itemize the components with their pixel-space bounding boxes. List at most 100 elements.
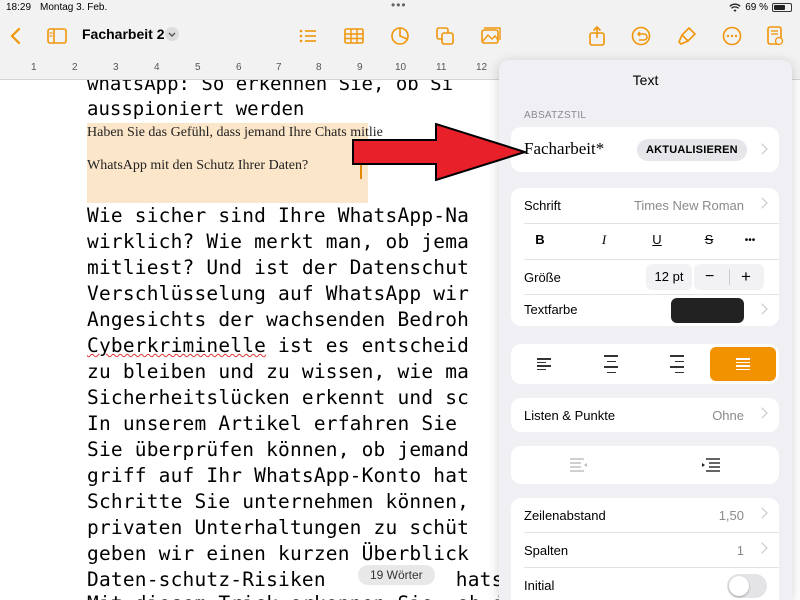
chevron-right-icon bbox=[756, 407, 768, 419]
body-line-rest: ist es entscheid bbox=[266, 334, 470, 357]
stepper-divider bbox=[729, 269, 730, 285]
body-line: Schritte Sie unternehmen können, bbox=[87, 490, 470, 513]
body-line-end: hatsAp bbox=[455, 568, 500, 591]
body-line: Angesichts der wachsenden Bedroh bbox=[87, 308, 470, 331]
increase-indent-icon[interactable] bbox=[701, 457, 721, 473]
body-line: privaten Unterhaltungen zu schüt bbox=[87, 516, 470, 539]
body-line-start: Daten-schutz-Risiken bbox=[87, 568, 338, 591]
ruler-tick: 10 bbox=[395, 62, 407, 73]
strikethrough-button[interactable]: S bbox=[697, 232, 721, 252]
columns-label: Spalten bbox=[524, 543, 569, 558]
panel-title: Text bbox=[632, 72, 659, 88]
shapes-icon[interactable] bbox=[433, 24, 457, 48]
body-line: Mit diesem Trick erkennen Sie, ob jemand bbox=[87, 592, 500, 600]
text-color-row[interactable]: Textfarbe bbox=[511, 292, 779, 326]
title-chevron-down-icon[interactable] bbox=[165, 27, 179, 41]
indent-card bbox=[511, 446, 779, 484]
misspelled-word[interactable]: Cyberkriminelle bbox=[87, 334, 266, 357]
line-spacing-value: 1,50 bbox=[718, 508, 744, 523]
text-style-row: B I U S ••• bbox=[511, 224, 779, 258]
toolbar: Facharbeit 2 bbox=[0, 16, 800, 56]
status-bar: 18:29 Montag 3. Feb. ••• 69 % bbox=[0, 0, 800, 16]
document-setup-icon[interactable] bbox=[763, 24, 787, 48]
justify-icon bbox=[736, 356, 750, 372]
multitasking-dots[interactable]: ••• bbox=[391, 0, 407, 12]
heading-line: ausspioniert werden bbox=[87, 98, 305, 120]
wifi-icon bbox=[729, 3, 741, 12]
align-right-button[interactable] bbox=[644, 347, 710, 381]
columns-value: 1 bbox=[736, 543, 744, 558]
document-title[interactable]: Facharbeit 2 bbox=[82, 26, 164, 42]
share-icon[interactable] bbox=[585, 24, 609, 48]
body-line: Daten-schutz-Risiken hatsAp bbox=[87, 568, 500, 591]
chevron-right-icon bbox=[756, 197, 768, 209]
format-brush-icon[interactable] bbox=[675, 24, 699, 48]
battery-icon bbox=[772, 3, 792, 12]
body-line: wirklich? Wie merkt man, ob jema bbox=[87, 230, 470, 253]
line-spacing-label: Zeilenabstand bbox=[524, 508, 606, 523]
ruler-tick: 11 bbox=[436, 62, 447, 73]
toggle-knob bbox=[729, 576, 749, 596]
ruler-tick: 8 bbox=[316, 62, 322, 73]
ruler-tick: 5 bbox=[195, 62, 201, 73]
word-count-pill[interactable]: 19 Wörter bbox=[358, 565, 435, 585]
update-style-button[interactable]: AKTUALISIEREN bbox=[637, 139, 747, 161]
size-row: Größe 12 pt − + bbox=[511, 260, 779, 294]
body-line: In unserem Artikel erfahren Sie bbox=[87, 412, 458, 435]
align-left-button[interactable] bbox=[511, 347, 577, 381]
justify-button[interactable] bbox=[710, 347, 776, 381]
chart-icon[interactable] bbox=[388, 24, 412, 48]
decrease-size-button[interactable]: − bbox=[705, 268, 714, 286]
back-chevron-icon[interactable] bbox=[4, 24, 28, 48]
ruler-tick: 9 bbox=[357, 62, 363, 73]
lists-label: Listen & Punkte bbox=[524, 408, 616, 423]
paragraph-style-name: Facharbeit* bbox=[524, 139, 605, 158]
columns-row[interactable]: Spalten 1 bbox=[511, 533, 779, 567]
text-color-swatch[interactable] bbox=[671, 298, 744, 323]
font-value: Times New Roman bbox=[633, 198, 744, 213]
ruler-tick: 3 bbox=[113, 62, 119, 73]
chevron-right-icon bbox=[756, 542, 768, 554]
font-label: Schrift bbox=[524, 198, 561, 213]
font-size-stepper: − + bbox=[694, 264, 764, 290]
font-size-value[interactable]: 12 pt bbox=[646, 264, 692, 290]
bold-button[interactable]: B bbox=[528, 232, 552, 252]
paragraph-style-row[interactable]: Facharbeit* AKTUALISIEREN bbox=[511, 127, 779, 172]
status-time: 18:29 bbox=[6, 2, 32, 13]
more-text-options-button[interactable]: ••• bbox=[738, 235, 762, 255]
alignment-card bbox=[511, 344, 779, 384]
initial-row: Initial bbox=[511, 568, 779, 600]
undo-icon[interactable] bbox=[629, 24, 653, 48]
line-spacing-row[interactable]: Zeilenabstand 1,50 bbox=[511, 498, 779, 532]
increase-size-button[interactable]: + bbox=[741, 267, 751, 287]
ruler-tick: 2 bbox=[72, 62, 78, 73]
chevron-right-icon bbox=[756, 507, 768, 519]
ruler-tick: 6 bbox=[236, 62, 242, 73]
text-color-label: Textfarbe bbox=[524, 302, 578, 317]
body-line: mitliest? Und ist der Datenschut bbox=[87, 256, 470, 279]
underline-button[interactable]: U bbox=[645, 232, 669, 252]
initial-toggle[interactable] bbox=[727, 574, 767, 598]
font-card: Schrift Times New Roman B I U S ••• Größ… bbox=[511, 188, 779, 326]
paragraph-style-section-label: ABSATZSTIL bbox=[524, 110, 587, 121]
ruler-tick: 1 bbox=[31, 62, 37, 73]
ruler-tick: 7 bbox=[276, 62, 282, 73]
chevron-right-icon bbox=[756, 143, 768, 155]
list-icon[interactable] bbox=[296, 24, 320, 48]
battery-percent: 69 % bbox=[745, 2, 768, 13]
more-icon[interactable] bbox=[720, 24, 744, 48]
italic-button[interactable]: I bbox=[592, 232, 616, 252]
font-row[interactable]: Schrift Times New Roman bbox=[511, 188, 779, 222]
media-icon[interactable] bbox=[479, 24, 503, 48]
lists-row[interactable]: Listen & Punkte Ohne bbox=[511, 398, 779, 432]
heading-line: whatsApp: So erkennen Sie, ob Si bbox=[87, 80, 454, 95]
status-date: Montag 3. Feb. bbox=[40, 2, 108, 13]
battery-fill bbox=[774, 5, 786, 10]
align-center-button[interactable] bbox=[578, 347, 644, 381]
table-icon[interactable] bbox=[342, 24, 366, 48]
decrease-indent-icon[interactable] bbox=[569, 457, 589, 473]
body-line: Sicherheitslücken erkennt und sc bbox=[87, 386, 470, 409]
body-line: Sie überprüfen können, ob jemand bbox=[87, 438, 470, 461]
sidebar-icon[interactable] bbox=[45, 24, 69, 48]
selected-text-line: WhatsApp mit den Schutz Ihrer Daten? bbox=[87, 158, 309, 173]
